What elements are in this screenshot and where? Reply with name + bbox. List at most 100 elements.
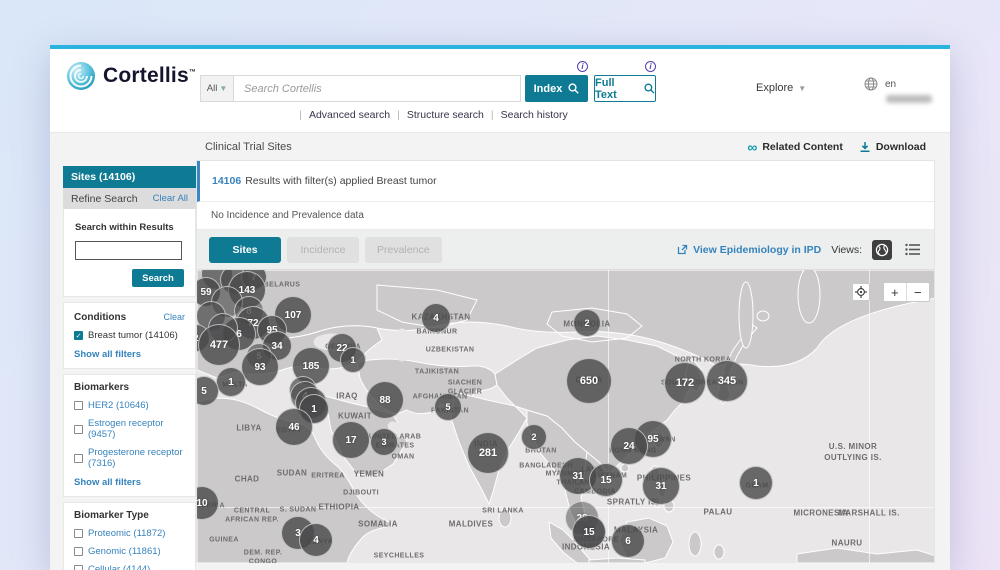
sites-count-header: Sites (14106)	[63, 166, 196, 188]
info-icon[interactable]: i	[577, 61, 588, 72]
subnav-divider: |	[491, 109, 494, 121]
related-content-label: Related Content	[762, 141, 843, 153]
app-body: Sites (14106) Refine Search Clear All Se…	[50, 133, 950, 570]
tab-sites[interactable]: Sites	[209, 237, 281, 263]
filter-option-label: Genomic (11861)	[88, 546, 161, 557]
top-header: Cortellis™ All ▼ Index Full Text i i Exp…	[50, 49, 950, 133]
map-country-label: LIBYA	[236, 424, 261, 435]
fulltext-search-button[interactable]: Full Text	[594, 75, 656, 102]
list-view-toggle[interactable]	[902, 240, 922, 260]
results-summary: 14106 Results with filter(s) applied Bre…	[197, 161, 934, 202]
filter-section-title: Conditions	[74, 312, 126, 323]
subnav-link-search-history[interactable]: Search history	[501, 109, 568, 121]
map-country-label: YEMEN	[354, 470, 384, 481]
info-icon[interactable]: i	[645, 61, 656, 72]
site-count-bubble[interactable]: 15	[589, 463, 623, 497]
search-within-results: Search within Results Search	[63, 209, 196, 297]
list-view-icon	[905, 243, 920, 256]
site-count-bubble[interactable]: 345	[706, 360, 748, 402]
clear-all-link[interactable]: Clear All	[153, 193, 188, 204]
checkbox[interactable]: ✓	[74, 331, 83, 340]
site-count-bubble[interactable]: 5	[434, 393, 462, 421]
filter-section-header: Biomarkers	[74, 382, 185, 393]
site-count-bubble[interactable]: 24	[610, 427, 648, 465]
explore-label: Explore	[756, 82, 793, 94]
site-count-bubble[interactable]: 1	[739, 466, 773, 500]
site-count-bubble[interactable]: 2	[521, 424, 547, 450]
site-count-bubble[interactable]: 2	[573, 309, 601, 337]
download-label: Download	[876, 141, 926, 153]
map-recenter-button[interactable]	[852, 283, 870, 301]
search-scope-value: All	[207, 83, 218, 94]
clear-filter-link[interactable]: Clear	[163, 312, 185, 322]
map-canvas[interactable]: + − BELARUSGEORGIAMALTAKAZAKHSTANBAIKONU…	[197, 270, 934, 563]
filter-checkbox-row[interactable]: ✓Breast tumor (14106)	[74, 330, 185, 341]
tab-prevalence: Prevalence	[365, 237, 442, 263]
site-count-bubble[interactable]: 1	[216, 367, 246, 397]
checkbox[interactable]	[74, 454, 83, 463]
map-view-toggle[interactable]	[872, 240, 892, 260]
filter-section: Biomarkers HER2 (10646) Estrogen receptor …	[63, 374, 196, 497]
map-country-label: NAURU	[832, 539, 863, 550]
language-selector[interactable]: en	[864, 77, 896, 91]
map-country-label: MALDIVES	[449, 520, 494, 531]
search-scope-dropdown[interactable]: All ▼	[200, 75, 233, 102]
site-count-bubble[interactable]: 4	[421, 303, 451, 333]
map-country-label: DEM. REP. CONGO	[244, 549, 282, 563]
filter-section-header: Biomarker Type	[74, 510, 185, 521]
filter-checkbox-row[interactable]: HER2 (10646)	[74, 400, 185, 411]
search-within-results-input[interactable]	[75, 241, 182, 260]
map-country-label: PALAU	[704, 508, 733, 519]
site-count-bubble[interactable]: 1	[340, 347, 366, 373]
site-count-bubble[interactable]: 172	[664, 362, 706, 404]
refine-search-label: Refine Search	[71, 193, 138, 205]
site-count-bubble[interactable]: 31	[642, 467, 680, 505]
show-all-filters-link[interactable]: Show all filters	[74, 477, 185, 488]
view-epidemiology-link[interactable]: View Epidemiology in IPD	[677, 244, 821, 256]
map-country-label: CHAD	[235, 475, 260, 486]
zoom-in-button[interactable]: +	[884, 283, 907, 301]
download-button[interactable]: Download	[859, 141, 926, 153]
user-name-blurred[interactable]	[886, 95, 932, 103]
checkbox[interactable]	[74, 401, 83, 410]
checkbox[interactable]	[74, 565, 83, 570]
filter-checkbox-row[interactable]: Proteomic (11872)	[74, 528, 185, 539]
checkbox[interactable]	[74, 425, 83, 434]
index-search-button[interactable]: Index	[525, 75, 588, 102]
view-epidemiology-label: View Epidemiology in IPD	[693, 244, 821, 256]
site-count-bubble[interactable]: 6	[611, 524, 645, 558]
search-input[interactable]	[233, 75, 521, 102]
site-count-bubble[interactable]: 17	[332, 421, 370, 459]
filter-checkbox-row[interactable]: Progesterone receptor (7316)	[74, 447, 185, 469]
site-count-bubble[interactable]: 15	[572, 515, 606, 549]
site-count-bubble[interactable]: 46	[275, 408, 313, 446]
filter-checkbox-row[interactable]: Estrogen receptor (9457)	[74, 418, 185, 440]
site-count-bubble[interactable]: 88	[366, 381, 404, 419]
site-count-bubble[interactable]: 281	[467, 432, 509, 474]
map-country-label: S. SUDAN	[280, 505, 317, 514]
filter-checkbox-row[interactable]: Cellular (4144)	[74, 564, 185, 570]
subnav-link-advanced-search[interactable]: Advanced search	[309, 109, 390, 121]
cortellis-logo[interactable]: Cortellis™	[66, 61, 196, 91]
search-icon	[568, 83, 579, 94]
related-content-button[interactable]: ∞ Related Content	[747, 141, 843, 153]
checkbox[interactable]	[74, 547, 83, 556]
site-count-bubble[interactable]: 477	[198, 324, 240, 366]
no-data-message: No Incidence and Prevalence data	[197, 202, 934, 230]
filter-section: Biomarker Type Proteomic (11872) Genomic (…	[63, 502, 196, 570]
show-all-filters-link[interactable]: Show all filters	[74, 349, 185, 360]
map-country-label: SRI LANKA	[482, 506, 524, 515]
filter-checkbox-row[interactable]: Genomic (11861)	[74, 546, 185, 557]
zoom-out-button[interactable]: −	[907, 283, 929, 301]
map-country-label: ETHIOPIA	[319, 503, 360, 514]
sidebar-search-button[interactable]: Search	[132, 269, 184, 287]
checkbox[interactable]	[74, 529, 83, 538]
site-count-bubble[interactable]: 93	[241, 348, 279, 386]
map-country-label: SUDAN	[277, 469, 307, 480]
explore-menu[interactable]: Explore ▼	[756, 82, 806, 94]
site-count-bubble[interactable]: 650	[566, 358, 612, 404]
results-count-link[interactable]: 14106	[212, 175, 241, 187]
site-count-bubble[interactable]: 4	[299, 523, 333, 557]
subnav-link-structure-search[interactable]: Structure search	[407, 109, 484, 121]
site-count-bubble[interactable]: 3	[370, 428, 398, 456]
